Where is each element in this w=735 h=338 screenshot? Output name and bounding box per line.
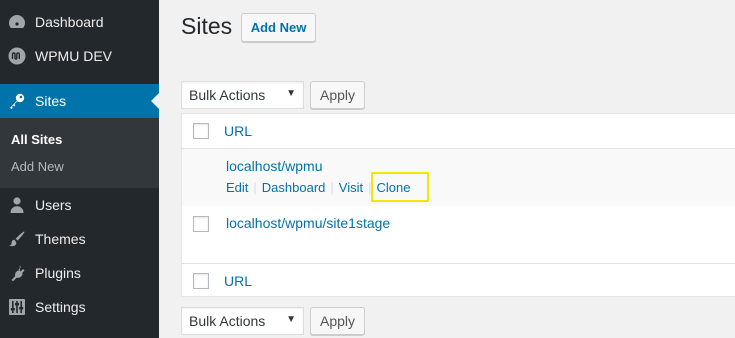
select-all-checkbox[interactable]	[193, 123, 209, 139]
admin-sidebar: Dashboard WPMU DEV Sites All Sites Add N…	[0, 0, 159, 338]
site-url-link[interactable]: localhost/wpmu	[226, 158, 323, 174]
dropdown-arrow-icon: ▼	[286, 88, 296, 99]
table-row: localhost/wpmu/site1stage	[182, 206, 735, 263]
paintbrush-icon	[9, 231, 25, 247]
clone-highlight-box	[371, 172, 429, 202]
menu-item-sites[interactable]: Sites	[0, 84, 159, 118]
menu-item-plugins[interactable]: Plugins	[0, 256, 159, 290]
dashboard-action[interactable]: Dashboard	[262, 180, 326, 195]
menu-label: WPMU DEV	[35, 48, 112, 64]
sites-submenu: All Sites Add New	[0, 118, 159, 188]
menu-item-wpmu-dev[interactable]: WPMU DEV	[0, 39, 159, 73]
menu-label: Themes	[35, 231, 86, 247]
site-url-link[interactable]: localhost/wpmu/site1stage	[226, 215, 390, 231]
table-header: URL	[182, 114, 735, 149]
divider: |	[253, 180, 257, 195]
dropdown-arrow-icon: ▼	[286, 314, 296, 325]
select-all-checkbox-footer[interactable]	[193, 273, 209, 289]
table-footer: URL	[182, 263, 735, 298]
page-title: Sites	[181, 13, 233, 39]
menu-label: Sites	[35, 93, 67, 109]
sites-table: URL localhost/wpmu Edit | Dashboard | Visit |…	[181, 113, 735, 297]
menu-label: Plugins	[35, 265, 81, 281]
submenu-all-sites[interactable]: All Sites	[11, 132, 62, 147]
settings-icon	[9, 299, 25, 315]
table-row: localhost/wpmu Edit | Dashboard | Visit | Clon…	[182, 149, 735, 206]
bulk-actions-label: Bulk Actions	[189, 313, 266, 329]
submenu-add-new[interactable]: Add New	[11, 159, 64, 174]
menu-item-settings[interactable]: Settings	[0, 290, 159, 324]
menu-label: Dashboard	[35, 14, 104, 30]
bulk-actions-select-bottom[interactable]: Bulk Actions ▼	[181, 307, 304, 335]
bulk-actions-select-top[interactable]: Bulk Actions ▼	[181, 81, 304, 109]
dashboard-icon	[9, 15, 25, 28]
key-icon	[10, 93, 25, 109]
apply-button-bottom[interactable]: Apply	[310, 307, 365, 335]
menu-label: Users	[35, 197, 72, 213]
url-column-header[interactable]: URL	[224, 123, 252, 139]
menu-item-dashboard[interactable]: Dashboard	[0, 5, 159, 39]
wpmu-dev-icon	[8, 47, 26, 65]
menu-item-users[interactable]: Users	[0, 188, 159, 222]
edit-action[interactable]: Edit	[226, 180, 248, 195]
visit-action[interactable]: Visit	[339, 180, 363, 195]
menu-label: Settings	[35, 299, 86, 315]
divider: |	[330, 180, 334, 195]
bulk-actions-label: Bulk Actions	[189, 87, 266, 103]
url-column-footer[interactable]: URL	[224, 273, 252, 289]
apply-button-top[interactable]: Apply	[310, 81, 365, 109]
plugin-icon	[11, 265, 25, 282]
add-new-button[interactable]: Add New	[241, 13, 316, 42]
menu-item-themes[interactable]: Themes	[0, 222, 159, 256]
row-checkbox[interactable]	[193, 216, 209, 232]
users-icon	[10, 197, 24, 213]
